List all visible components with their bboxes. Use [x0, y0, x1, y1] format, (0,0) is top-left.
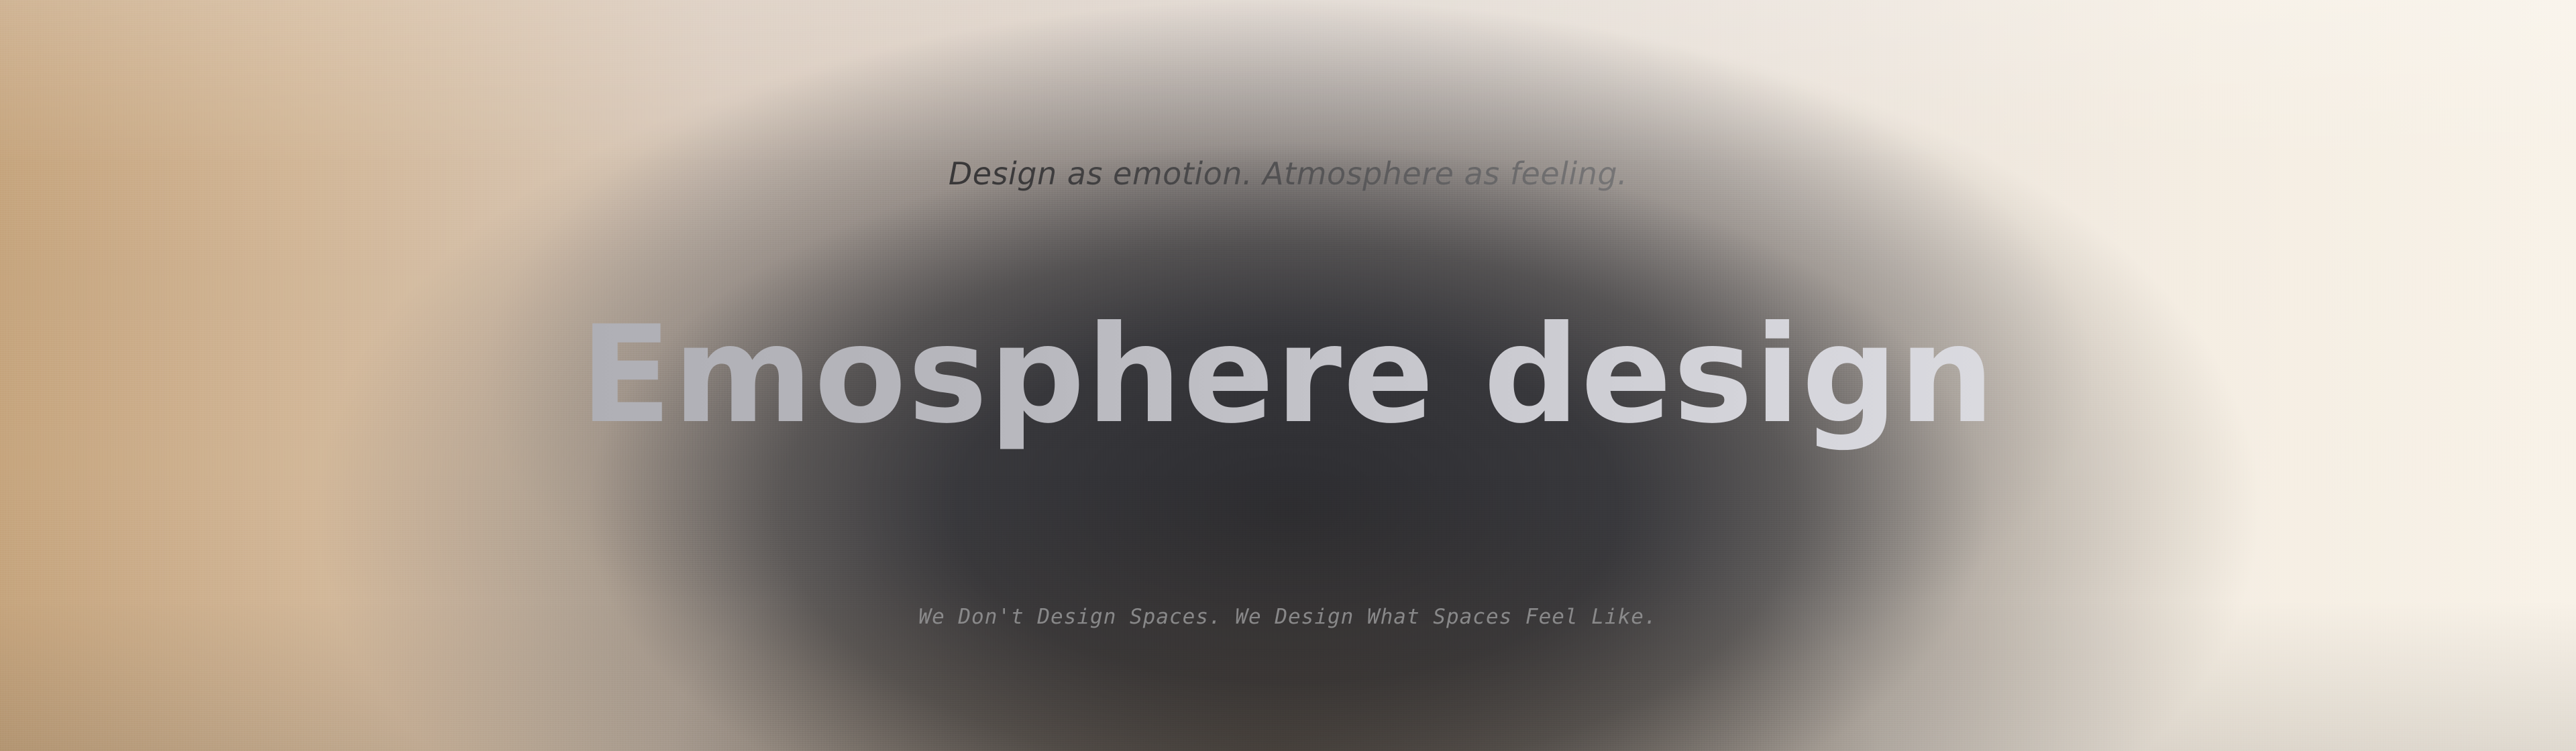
hero-tagline: Design as emotion. Atmosphere as feeling…	[0, 156, 2576, 192]
hero-subline: We Don't Design Spaces. We Design What S…	[918, 605, 1658, 629]
hero-title: Emosphere design	[0, 295, 2576, 456]
hero-section: Design as emotion. Atmosphere as feeling…	[0, 0, 2576, 751]
